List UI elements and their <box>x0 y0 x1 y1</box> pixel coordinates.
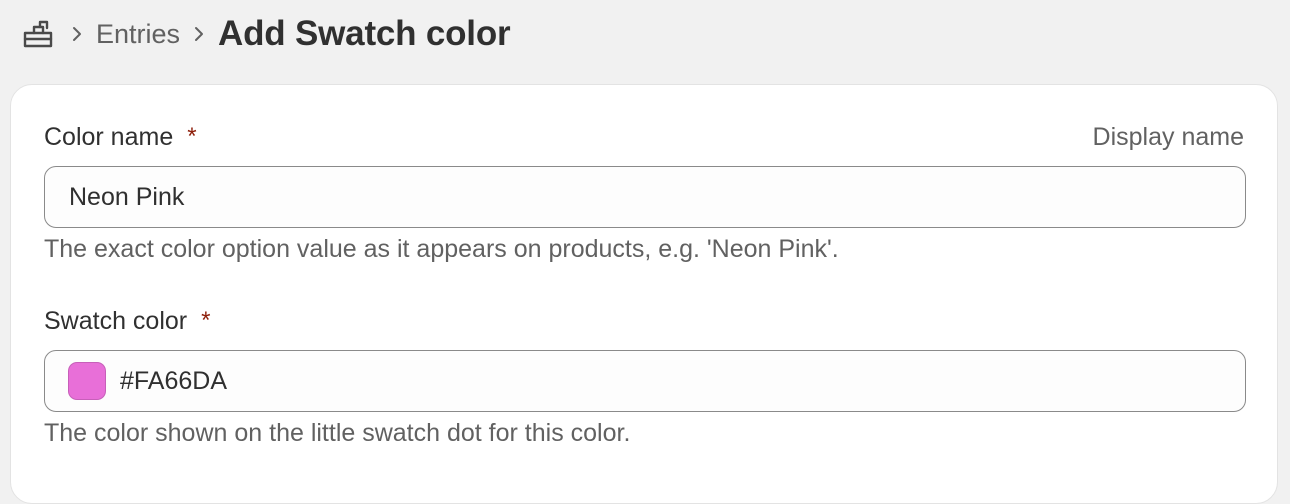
swatch-color-value[interactable]: #FA66DA <box>120 367 227 396</box>
swatch-color-label-text: Swatch color <box>44 306 188 335</box>
swatch-color-help-text: The color shown on the little swatch dot… <box>44 419 631 447</box>
required-marker: * <box>186 123 196 150</box>
entry-form-card: Color name * Display name Neon Pink The … <box>10 84 1278 504</box>
color-swatch-preview[interactable] <box>68 362 106 400</box>
color-name-label-text: Color name <box>44 122 174 151</box>
color-name-label-row: Color name * Display name <box>44 119 1244 155</box>
color-name-help-text: The exact color option value as it appea… <box>44 235 839 263</box>
breadcrumb-entries-link[interactable]: Entries <box>96 19 180 50</box>
swatch-color-field[interactable]: #FA66DA <box>44 350 1246 412</box>
required-marker: * <box>200 307 210 334</box>
swatch-color-label-row: Swatch color * <box>44 303 1244 339</box>
color-name-value[interactable]: Neon Pink <box>69 183 184 212</box>
color-name-label: Color name * <box>44 123 196 152</box>
chevron-right-icon <box>66 24 88 44</box>
display-name-label: Display name <box>1092 122 1244 151</box>
metaobject-icon[interactable] <box>22 19 56 49</box>
color-name-field[interactable]: Neon Pink <box>44 166 1246 228</box>
breadcrumb: Entries Add Swatch color <box>22 12 511 56</box>
swatch-color-label: Swatch color * <box>44 307 209 336</box>
chevron-right-icon <box>188 24 210 44</box>
page-title: Add Swatch color <box>218 14 511 53</box>
